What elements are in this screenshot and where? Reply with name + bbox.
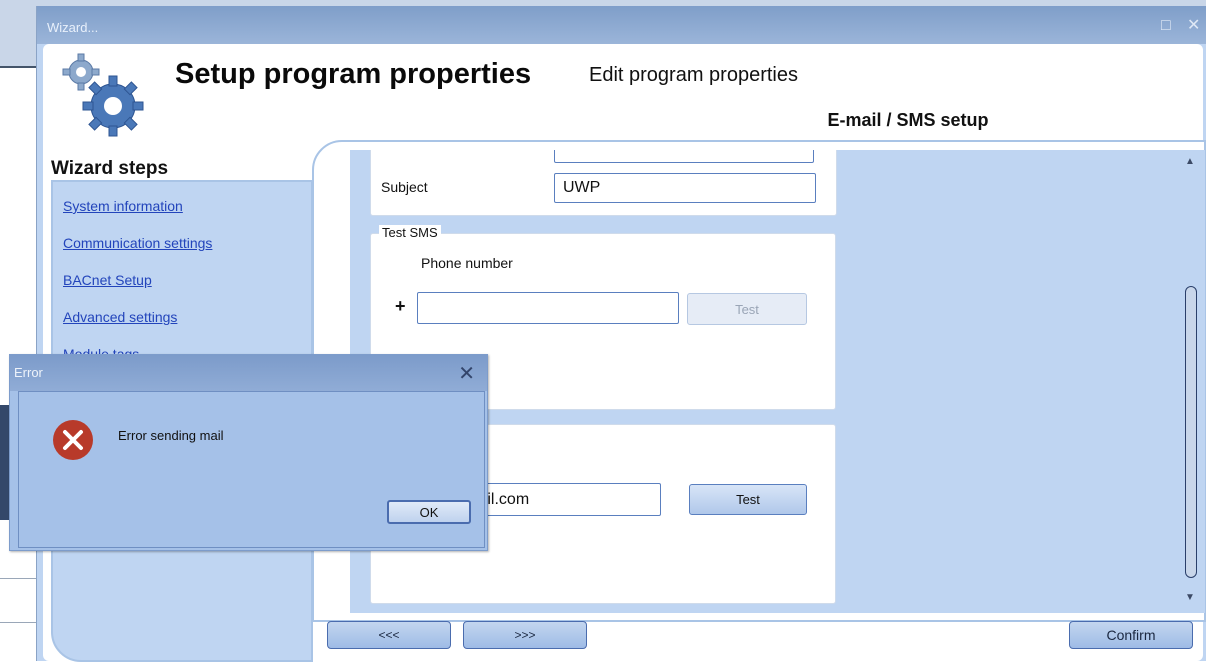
wizard-titlebar: Wizard... □ ✕: [37, 6, 1206, 44]
email-field-previous[interactable]: [554, 150, 814, 163]
background-divider: [0, 622, 40, 623]
wizard-steps-title: Wizard steps: [51, 158, 169, 179]
test-email-button[interactable]: Test: [689, 484, 807, 515]
test-sms-legend: Test SMS: [379, 225, 441, 240]
close-icon[interactable]: ✕: [1187, 18, 1200, 34]
gears-logo-icon: [62, 53, 144, 137]
background-divider: [0, 578, 40, 579]
ok-button[interactable]: OK: [387, 500, 471, 524]
phone-number-input[interactable]: [417, 292, 679, 324]
plus-sign: +: [395, 296, 406, 316]
scroll-down-icon[interactable]: ▼: [1185, 592, 1195, 603]
confirm-button[interactable]: Confirm: [1069, 621, 1193, 649]
scroll-thumb[interactable]: [1185, 286, 1197, 578]
page-subtitle: Edit program properties: [589, 64, 798, 86]
background-divider: [0, 66, 40, 68]
phone-number-label: Phone number: [421, 255, 513, 271]
sidebar-item-communication-settings[interactable]: Communication settings: [63, 235, 212, 251]
sidebar-item-advanced-settings[interactable]: Advanced settings: [63, 309, 177, 325]
next-button[interactable]: >>>: [463, 621, 587, 649]
vertical-scrollbar[interactable]: ▲ ▼: [1183, 156, 1199, 606]
back-button[interactable]: <<<: [327, 621, 451, 649]
error-x-icon: [53, 420, 93, 460]
tab-email-sms-setup[interactable]: E-mail / SMS setup: [709, 96, 1107, 142]
scroll-up-icon[interactable]: ▲: [1185, 156, 1195, 167]
wizard-content: Setup program properties Edit program pr…: [43, 44, 1206, 662]
error-message: Error sending mail: [118, 428, 224, 443]
error-dialog-title: Error: [14, 365, 43, 380]
wizard-window: Wizard... □ ✕ Setup program properties E…: [36, 6, 1206, 662]
maximize-icon[interactable]: □: [1161, 18, 1171, 34]
test-sms-button[interactable]: Test: [687, 293, 807, 325]
close-icon[interactable]: ✕: [458, 361, 475, 386]
error-dialog-body: Error sending mail OK: [18, 391, 485, 548]
wizard-title: Wizard...: [47, 20, 99, 35]
page-title: Setup program properties: [175, 58, 532, 90]
sidebar-item-system-information[interactable]: System information: [63, 198, 183, 214]
email-settings-group: Subject UWP: [370, 150, 837, 216]
subject-input[interactable]: UWP: [554, 173, 816, 203]
subject-label: Subject: [381, 179, 428, 195]
error-dialog-titlebar: Error ✕: [10, 355, 487, 391]
error-dialog: Error ✕ Error sending mail OK: [9, 354, 488, 551]
sidebar-item-bacnet-setup[interactable]: BACnet Setup: [63, 272, 152, 288]
